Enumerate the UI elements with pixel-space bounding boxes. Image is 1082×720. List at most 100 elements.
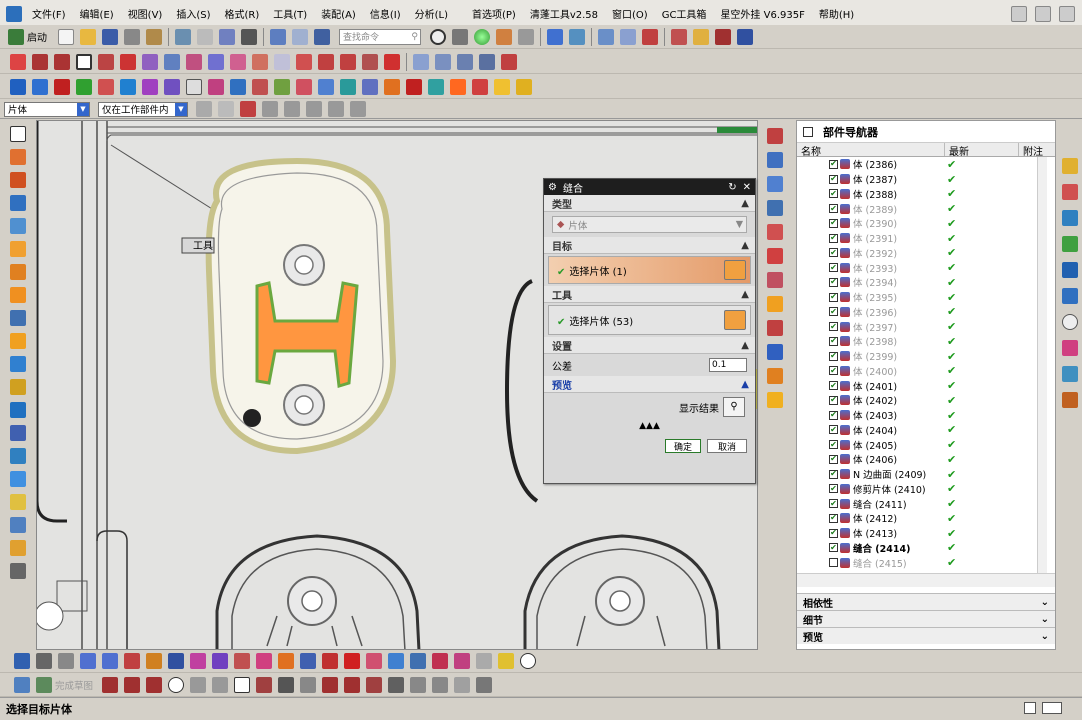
visibility-checkbox[interactable]: ✔ [829,189,838,199]
navigator-scrollbar[interactable] [1037,157,1047,573]
tree-row[interactable]: 缝合 (2415) ✔ [797,555,1055,570]
visibility-checkbox[interactable]: ✔ [829,174,838,184]
minimize-icon[interactable] [1011,5,1027,22]
visibility-checkbox[interactable]: ✔ [829,543,838,553]
chamfer-icon[interactable] [212,677,229,693]
feature-icon-16[interactable] [340,78,356,95]
body-icon-8[interactable] [432,653,448,669]
trim-curve-icon[interactable] [340,53,356,70]
feature-icon-12[interactable] [252,78,268,95]
box-icon[interactable] [10,471,26,487]
body-icon-5[interactable] [366,653,382,669]
column-note[interactable]: 附注 [1019,143,1055,158]
type-section-header[interactable]: 类型 ▲ [544,195,755,212]
mirror-curve-icon[interactable] [384,53,400,70]
tree-row[interactable]: ✔ 体 (2395) ✔ [797,290,1055,305]
feature-icon-24[interactable] [516,78,532,95]
menu-item[interactable]: 文件(F) [25,6,73,21]
tree-row[interactable]: ✔ 体 (2406) ✔ [797,452,1055,467]
visibility-checkbox[interactable] [829,558,838,568]
circle-icon[interactable] [520,653,536,669]
deselect-icon[interactable] [218,101,234,117]
sphere-render-icon[interactable] [474,28,490,45]
reset-icon[interactable]: ↻ [728,182,736,193]
pencil-icon[interactable] [10,494,26,510]
tree-row[interactable]: ✔ 体 (2397) ✔ [797,319,1055,334]
surface-icon[interactable] [274,53,290,70]
spline-icon[interactable] [98,53,114,70]
cancel-button[interactable]: 取消 [707,439,747,453]
menu-item[interactable]: 帮助(H) [812,6,861,21]
tree-row[interactable]: ✔ 体 (2390) ✔ [797,216,1055,231]
arc-circle-icon[interactable] [54,53,70,70]
sketch-point-icon[interactable] [278,677,295,693]
feature-icon-7[interactable] [142,78,158,95]
sketch-tool-icon[interactable] [14,653,30,669]
surface-tool-1[interactable] [767,128,783,144]
view-orient-icon[interactable] [547,28,563,45]
view-triad-icon[interactable] [569,28,585,45]
navigator-panel-header[interactable]: 预览 ⌄ [797,627,1055,644]
visibility-checkbox[interactable]: ✔ [829,218,838,228]
quick-trim-icon[interactable] [322,677,339,693]
blend-surface-icon[interactable] [501,53,517,70]
body-icon-10[interactable] [476,653,492,669]
offset-curve-icon[interactable] [142,53,158,70]
column-uptodate[interactable]: 最新 [945,143,1019,158]
layer-icon[interactable] [598,28,614,45]
tree-row[interactable]: ✔ 缝合 (2411) ✔ [797,496,1055,511]
type-filter-select[interactable]: 片体 ▼ [4,101,90,117]
menu-item[interactable]: 插入(S) [169,6,217,21]
visibility-checkbox[interactable]: ✔ [829,381,838,391]
menu-item[interactable]: 首选项(P) [465,6,523,21]
visibility-checkbox[interactable]: ✔ [829,233,838,243]
tree-row[interactable]: ✔ N 边曲面 (2409) ✔ [797,467,1055,482]
roles-icon[interactable] [1062,366,1078,382]
sweep-icon[interactable] [457,53,473,70]
body-icon-1[interactable] [212,653,228,669]
constraint-navigator-icon[interactable] [1062,184,1078,200]
surface-tool-2[interactable] [767,152,783,168]
surface-tool-8[interactable] [767,296,783,312]
snap-center-icon[interactable] [306,101,322,117]
menu-item[interactable]: 视图(V) [121,6,170,21]
save-icon[interactable] [102,28,118,45]
menu-item[interactable]: 星空外挂 V6.935F [713,6,811,21]
feature-icon-9[interactable] [186,78,202,95]
snap-point-icon[interactable] [430,28,446,45]
touch-mode-icon[interactable] [241,28,257,45]
wave-icon[interactable] [256,653,272,669]
rotate-icon[interactable] [234,653,250,669]
clock-icon[interactable] [1062,314,1078,330]
show-constraint-icon[interactable] [454,677,471,693]
feature-icon-20[interactable] [428,78,444,95]
edge-display-icon[interactable] [496,28,512,45]
sketch-arc-icon[interactable] [146,677,163,693]
triad-icon[interactable] [10,517,26,533]
revolve-icon[interactable] [435,53,451,70]
point-icon[interactable] [190,653,206,669]
intersect-curve-icon[interactable] [186,53,202,70]
part-navigator-icon[interactable] [1062,210,1078,226]
extract-curve-icon[interactable] [208,53,224,70]
visibility-checkbox[interactable]: ✔ [829,159,838,169]
surface-tool-7[interactable] [767,272,783,288]
ruler-icon[interactable] [737,28,753,45]
project-curve-icon[interactable] [164,53,180,70]
arrow-left-icon[interactable] [80,653,96,669]
tree-row[interactable]: ✔ 修剪片体 (2410) ✔ [797,482,1055,497]
sheet-body-icon[interactable] [10,149,26,165]
profile-icon[interactable] [102,677,119,693]
tool-section-header[interactable]: 工具 ▲ [544,286,755,303]
ok-button[interactable]: 确定 [665,439,701,453]
tree-row[interactable]: ✔ 体 (2386) ✔ [797,157,1055,172]
book-icon[interactable] [10,310,26,326]
surface-tool-11[interactable] [767,368,783,384]
finish-sketch-icon[interactable] [36,677,52,693]
x-axis-icon[interactable] [36,653,52,669]
visibility-checkbox[interactable]: ✔ [829,277,838,287]
visibility-checkbox[interactable]: ✔ [829,322,838,332]
split-body-icon[interactable] [10,425,26,441]
feature-icon-4[interactable] [76,78,92,95]
surface-tool-12[interactable] [767,392,783,408]
